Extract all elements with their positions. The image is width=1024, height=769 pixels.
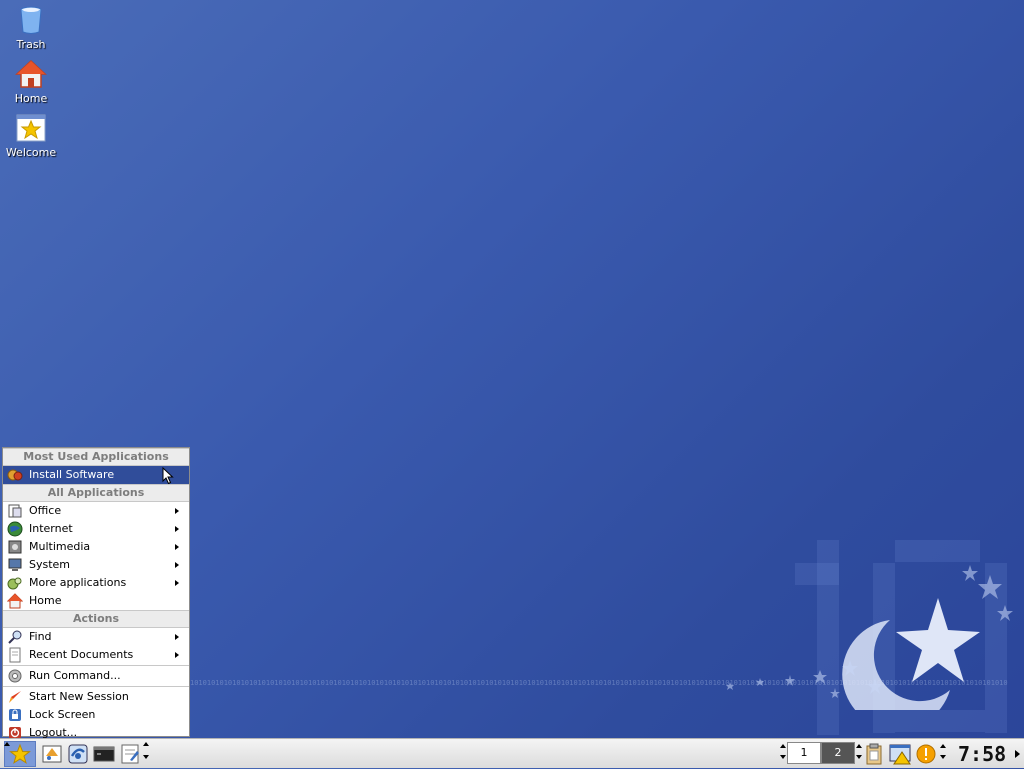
rocket-icon (9, 691, 21, 703)
home-icon (7, 593, 23, 609)
submenu-arrow-icon (175, 652, 179, 658)
wallpaper-block (895, 540, 980, 562)
tray-arrow-down-icon (940, 755, 946, 759)
panel-arrow-down-icon (143, 755, 149, 759)
submenu-arrow-icon (175, 562, 179, 568)
k-menu: Most Used Applications Install Software … (2, 447, 190, 739)
menu-item-label: Find (29, 630, 52, 643)
lock-icon (9, 709, 21, 721)
globe-icon (7, 521, 23, 537)
welcome-star-icon (16, 114, 46, 142)
document-icon (9, 647, 21, 663)
menu-section-header: Most Used Applications (3, 448, 189, 466)
pager-desktop-1[interactable]: 1 (787, 742, 821, 764)
home-icon (15, 59, 47, 88)
mouse-cursor-icon (162, 467, 174, 485)
tray-arrow-up-icon (940, 744, 946, 748)
pager-arrow-down-icon[interactable] (780, 755, 786, 759)
clipboard-icon[interactable] (864, 742, 884, 766)
desktop-icon-label: Trash (16, 38, 46, 51)
menu-item-label: System (29, 558, 71, 571)
taskbar: 1 2 7:58 (0, 738, 1024, 768)
menu-section-header: All Applications (3, 484, 189, 502)
panel-arrow-up-icon (4, 742, 10, 746)
menu-item-label: Install Software (29, 468, 115, 481)
menu-item-multimedia[interactable]: Multimedia (3, 538, 189, 556)
menu-item-office[interactable]: Office (3, 502, 189, 520)
system-icon (8, 558, 22, 571)
submenu-arrow-icon (175, 544, 179, 550)
menu-item-label: Lock Screen (29, 708, 96, 721)
panel-hide-arrow-icon[interactable] (1015, 750, 1020, 758)
quick-launch-browser-icon[interactable] (66, 742, 90, 766)
menu-separator (3, 686, 189, 687)
desktop-icon-trash[interactable]: Trash (4, 4, 58, 51)
panel-arrow-up-icon (143, 742, 149, 746)
menu-item-start-new-session[interactable]: Start New Session (3, 688, 189, 706)
clock[interactable]: 7:58 (958, 741, 1006, 767)
menu-item-recent-documents[interactable]: Recent Documents (3, 646, 189, 664)
submenu-arrow-icon (175, 580, 179, 586)
trash-icon (20, 6, 42, 34)
find-icon (8, 630, 22, 644)
quick-launch-kontact-icon[interactable] (40, 742, 64, 766)
menu-separator (3, 665, 189, 666)
gear-icon (8, 669, 22, 683)
quick-launch-terminal-icon[interactable] (92, 742, 116, 766)
install-software-icon (7, 469, 23, 481)
menu-item-label: Recent Documents (29, 648, 134, 661)
office-icon (8, 504, 22, 518)
menu-item-run-command[interactable]: Run Command... (3, 667, 189, 685)
pager-arrow-up-icon[interactable] (856, 744, 862, 748)
menu-item-label: Start New Session (29, 690, 129, 703)
desktop-icon-label: Home (14, 92, 48, 105)
menu-item-more-applications[interactable]: More applications (3, 574, 189, 592)
multimedia-icon (8, 540, 22, 554)
menu-item-system[interactable]: System (3, 556, 189, 574)
quick-launch-editor-icon[interactable] (118, 742, 142, 766)
menu-item-home[interactable]: Home (3, 592, 189, 610)
menu-item-label: Office (29, 504, 62, 517)
pager-arrow-up-icon[interactable] (780, 744, 786, 748)
wallpaper-stars-icon (726, 565, 1013, 710)
wallpaper-block (895, 710, 985, 732)
menu-item-label: Home (29, 594, 62, 607)
menu-item-label: More applications (29, 576, 127, 589)
menu-item-internet[interactable]: Internet (3, 520, 189, 538)
menu-section-header: Actions (3, 610, 189, 628)
pager-desktop-2[interactable]: 2 (821, 742, 855, 764)
pager-arrow-down-icon[interactable] (856, 755, 862, 759)
desktop-icon-welcome[interactable]: Welcome (4, 112, 58, 159)
menu-item-label: Internet (29, 522, 73, 535)
menu-item-find[interactable]: Find (3, 628, 189, 646)
desktop-icon-label: Welcome (5, 146, 57, 159)
submenu-arrow-icon (175, 634, 179, 640)
warning-notification-icon[interactable] (914, 742, 938, 766)
desktop-icon-home[interactable]: Home (4, 58, 58, 105)
menu-item-label: Run Command... (29, 669, 121, 682)
submenu-arrow-icon (175, 508, 179, 514)
menu-item-label: Multimedia (29, 540, 91, 553)
more-apps-icon (7, 577, 22, 590)
submenu-arrow-icon (175, 526, 179, 532)
menu-item-lock-screen[interactable]: Lock Screen (3, 706, 189, 724)
update-manager-icon[interactable] (888, 742, 912, 766)
